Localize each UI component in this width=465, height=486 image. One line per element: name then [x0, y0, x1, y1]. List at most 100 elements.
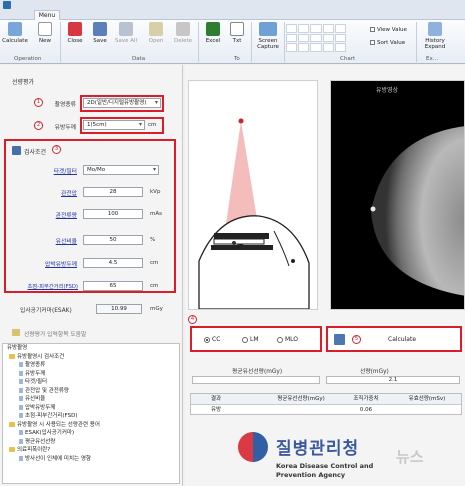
folder-icon	[9, 421, 15, 427]
view-value-checkbox[interactable]: View Value	[370, 27, 407, 33]
tree-item[interactable]: 유선비율	[3, 395, 179, 404]
txt-button[interactable]: Txt	[224, 22, 250, 54]
save-button[interactable]: Save	[87, 22, 113, 54]
excel-button[interactable]: Excel	[200, 22, 226, 54]
delete-button[interactable]: Delete	[170, 22, 196, 54]
tree-item[interactable]: 압박유방두께	[3, 404, 179, 413]
tab-menu[interactable]: Menu	[34, 10, 60, 20]
equipment-select[interactable]: 2D(일반/디지털유방촬영)	[83, 98, 161, 108]
target-filter-select[interactable]: Mo/Mo	[83, 165, 159, 175]
document-icon	[19, 430, 23, 435]
th-weight: 조직가중치	[353, 396, 379, 402]
chart-type-icon[interactable]	[298, 43, 310, 52]
watermark-english-2: Prevention Agency	[276, 471, 346, 479]
folder-icon	[9, 353, 15, 359]
screen-capture-button[interactable]: Screen Capture	[253, 22, 283, 54]
thickness-label: 유방두께	[54, 125, 76, 131]
glandularity-label: 유선비율	[55, 239, 77, 245]
tree-item[interactable]: 유방두께	[3, 370, 179, 379]
chart-type-icon[interactable]	[298, 24, 310, 33]
exposure-diagram	[188, 80, 318, 310]
title-bar	[0, 0, 465, 10]
chart-type-icon[interactable]	[322, 33, 334, 43]
fsd-label: 초점-피부간거리(FSD)	[27, 284, 78, 290]
tree-item[interactable]: 방사선이 인체에 미치는 영향	[3, 455, 179, 464]
thickness-select[interactable]: 1(5cm)	[83, 120, 145, 130]
chart-type-icon[interactable]	[286, 43, 298, 52]
mas-label: 관전류량	[55, 213, 77, 219]
chart-type-icon[interactable]	[322, 24, 334, 33]
chart-type-icon[interactable]	[334, 24, 346, 33]
tree-item-label: 유선비율	[25, 396, 46, 402]
step-badge-4: 4	[188, 315, 197, 324]
view-radio-group: CC LM MLO	[190, 326, 322, 352]
fsd-input[interactable]: 65	[83, 281, 143, 291]
target-filter-label: 타겟/필터	[53, 169, 77, 175]
document-icon	[19, 438, 23, 444]
radio-lm[interactable]: LM	[242, 336, 259, 343]
tree-item[interactable]: 평균유선선량	[3, 438, 179, 447]
chart-type-icon[interactable]	[286, 24, 298, 33]
tree-item[interactable]: 타겟/필터	[3, 378, 179, 387]
open-folder-icon	[149, 22, 163, 36]
app-icon	[3, 1, 11, 9]
tree-item[interactable]: 초점-피부간거리(FSD)	[3, 412, 179, 421]
chart-type-icon[interactable]	[334, 43, 346, 52]
mas-input[interactable]: 100	[83, 209, 143, 219]
step-badge-5: 5	[352, 335, 361, 344]
chart-type-icon[interactable]	[322, 43, 334, 52]
chart-type-icon[interactable]	[310, 33, 322, 43]
kvp-input[interactable]: 28	[83, 187, 143, 197]
close-button[interactable]: Close	[62, 22, 88, 54]
ribbon-separator	[251, 22, 252, 62]
sort-value-checkbox[interactable]: Sort Value	[370, 40, 405, 46]
history-expand-button[interactable]: History Expand	[420, 22, 450, 54]
save-all-button[interactable]: Save All	[113, 22, 139, 54]
tree-item[interactable]: 의료피폭이란?	[3, 446, 179, 455]
chart-type-icon[interactable]	[310, 24, 322, 33]
calculate-button[interactable]: Calculate	[2, 22, 28, 54]
help-question: 선량평가 입력항목 도움말	[24, 332, 87, 338]
radio-cc[interactable]: CC	[204, 336, 220, 343]
document-icon	[19, 455, 23, 461]
th-result: 결과	[210, 396, 222, 402]
mammography-illustration	[198, 118, 310, 310]
new-button[interactable]: New	[32, 22, 58, 54]
chart-type-gallery[interactable]	[286, 24, 346, 52]
conditions-title: 검사조건	[24, 149, 47, 156]
esak-label: 입사공기커마(ESAK)	[20, 308, 72, 314]
open-button[interactable]: Open	[143, 22, 169, 54]
fsd-unit: cm	[150, 283, 159, 289]
close-icon	[68, 22, 82, 36]
tree-item[interactable]: ESAK(입사공기커마)	[3, 429, 179, 438]
chart-type-icon[interactable]	[334, 33, 346, 43]
tree-item[interactable]: 관전압 및 관전류량	[3, 387, 179, 396]
tree-item-label: 의료피폭이란?	[17, 447, 51, 453]
tree-header[interactable]: 유방촬영	[3, 344, 179, 353]
glandularity-input[interactable]: 50	[83, 235, 143, 245]
watermark: 질병관리청 Korea Disease Control and Preventi…	[228, 430, 465, 486]
chart-type-icon[interactable]	[310, 43, 322, 52]
radio-mlo[interactable]: MLO	[277, 336, 298, 343]
tab-bar: Menu	[0, 10, 465, 20]
history-icon	[428, 22, 442, 36]
delete-icon	[176, 22, 190, 36]
compressed-thickness-input[interactable]: 4.5	[83, 258, 143, 268]
tree-item[interactable]: 유방촬영 시 사용되는 선량관련 용어	[3, 421, 179, 430]
tree-item[interactable]: 유방촬영시 검사조건	[3, 353, 179, 362]
chart-type-icon[interactable]	[298, 33, 310, 43]
help-icon	[12, 329, 20, 336]
help-tree[interactable]: 유방촬영 유방촬영시 검사조건 촬영종류 유방두께 타겟/필터 관전압 및 관전류량 유선…	[2, 343, 180, 484]
th-effective-dose: 유효선량(mSv)	[408, 396, 446, 402]
calculate-action-button[interactable]: Calculate	[388, 336, 416, 343]
chart-type-icon[interactable]	[286, 33, 298, 43]
agd-output	[192, 376, 320, 384]
mas-unit: mAs	[150, 211, 162, 217]
tree-item[interactable]: 촬영종류	[3, 361, 179, 370]
ribbon-separator	[198, 22, 199, 62]
tree-item-label: 유방두께	[25, 370, 46, 377]
group-to-label: To	[234, 56, 240, 62]
text-file-icon	[230, 22, 244, 36]
kvp-unit: kVp	[150, 189, 161, 195]
equipment-label: 촬영종류	[54, 102, 76, 108]
